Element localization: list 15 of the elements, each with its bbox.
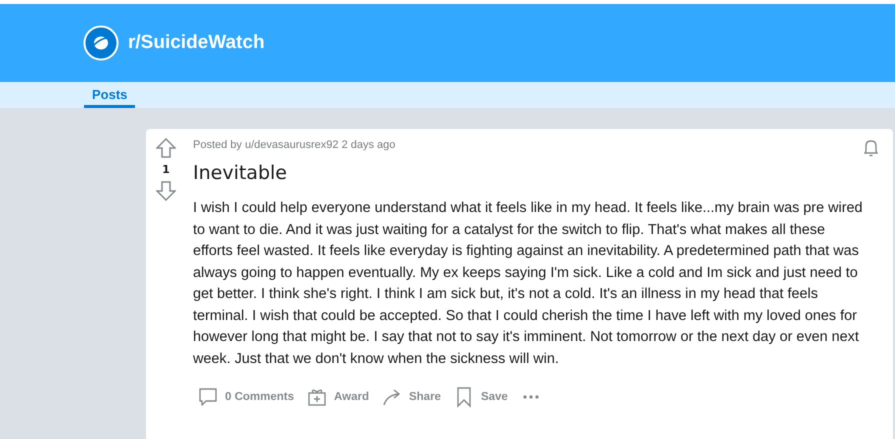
downvote-icon[interactable] bbox=[156, 181, 176, 201]
post-body: I wish I could help everyone understand what it feels like in my head. It feels like...my brain was pre wired to want to die. And it was just waiting for a catalyst for the switch to flip. That's what makes all these efforts feel wasted. It feels like everyday is fighting against an inevitability. A predetermined path that was always going to happen eventually. My ex keeps saying I'm sick. Like a cold and Im sick and just need to get better. I think she's right. I think I am sick but, it's not a cold. It's an illness in my head that feels terminal. I wish that could be accepted. So that I could cherish the time I have left with my loved ones for however long that might be. I say that not to say it's imminent. Not tomorrow or the next day or even next week. Just that we don't know when the sickness will win. bbox=[193, 199, 863, 368]
speech-bubble-icon bbox=[197, 386, 219, 408]
vote-count: 1 bbox=[162, 163, 170, 176]
award-button[interactable]: Award bbox=[302, 384, 373, 410]
share-button[interactable]: Share bbox=[376, 384, 445, 410]
comments-button[interactable]: 0 Comments bbox=[193, 384, 298, 410]
planet-icon bbox=[83, 25, 119, 61]
posts-tab[interactable]: Posts bbox=[84, 87, 136, 108]
bell-icon[interactable] bbox=[861, 138, 881, 158]
save-button[interactable]: Save bbox=[448, 384, 512, 410]
post-title: Inevitable bbox=[193, 162, 288, 184]
upvote-icon[interactable] bbox=[156, 138, 176, 158]
post-meta: Posted by u/devasaurusrex92 2 days ago bbox=[193, 139, 396, 151]
community-name: r/SuicideWatch bbox=[128, 32, 265, 54]
